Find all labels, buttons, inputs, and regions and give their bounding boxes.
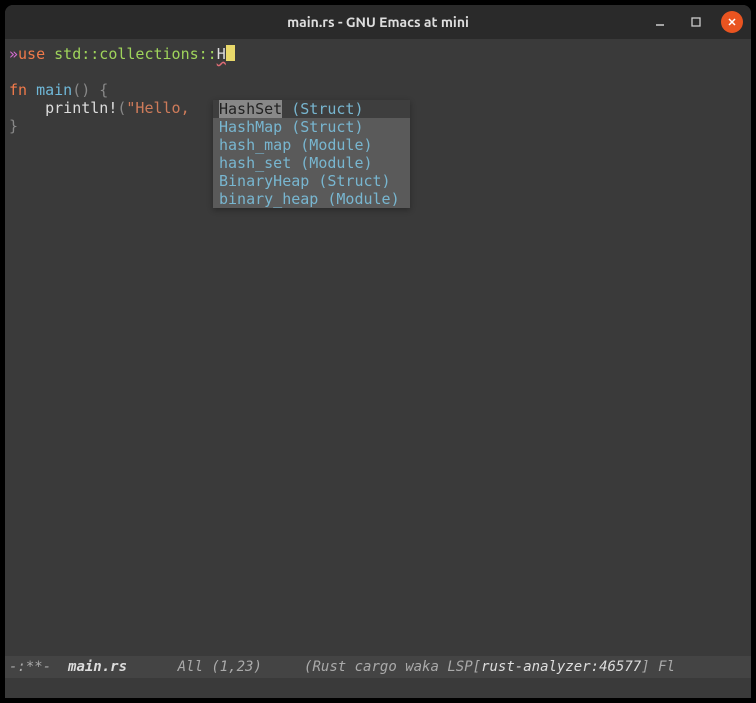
completion-item-kind: (Struct): [318, 172, 390, 190]
completion-item-name: hash_map: [219, 136, 291, 154]
minimize-button[interactable]: [649, 11, 671, 33]
string-literal: "Hello,: [126, 99, 189, 117]
modeline-analyzer: rust-analyzer:46577: [481, 659, 641, 675]
completion-item-name: HashMap: [219, 118, 282, 136]
minimize-icon: [654, 16, 666, 28]
keyword-use: use: [18, 45, 45, 63]
maximize-button[interactable]: [685, 11, 707, 33]
code-line-2: [9, 63, 747, 81]
parens: () {: [72, 81, 108, 99]
modeline-mode-open: (Rust cargo waka LSP[: [304, 659, 481, 675]
completion-item[interactable]: BinaryHeap (Struct): [213, 172, 410, 190]
indent: [9, 99, 45, 117]
editor-area[interactable]: »use std::collections::H fn main() { pri…: [5, 39, 751, 656]
maximize-icon: [690, 16, 702, 28]
completion-item-kind: (Module): [300, 136, 372, 154]
code-line-3: fn main() {: [9, 81, 747, 99]
modeline-position: All (1,23): [127, 659, 304, 675]
completion-item-kind: (Module): [300, 154, 372, 172]
keyword-fn: fn: [9, 81, 27, 99]
minibuffer[interactable]: [5, 678, 751, 698]
close-icon: [726, 16, 738, 28]
modeline-filename: main.rs: [68, 659, 127, 675]
completion-item-kind: (Struct): [291, 100, 363, 118]
titlebar: main.rs - GNU Emacs at mini: [5, 5, 751, 39]
completion-item-kind: (Struct): [291, 118, 363, 136]
completion-trail: [364, 100, 404, 118]
completion-item[interactable]: hash_set (Module): [213, 154, 410, 172]
completion-item[interactable]: hash_map (Module): [213, 136, 410, 154]
text-cursor: [226, 45, 235, 61]
completion-item[interactable]: binary_heap (Module): [213, 190, 410, 208]
closing-brace: }: [9, 117, 18, 135]
completion-item-kind: (Module): [327, 190, 399, 208]
path-segment: std::collections::: [45, 45, 217, 63]
completion-item[interactable]: HashMap (Struct): [213, 118, 410, 136]
fn-name: main: [27, 81, 72, 99]
completion-item-name: BinaryHeap: [219, 172, 309, 190]
window-controls: [649, 11, 743, 33]
emacs-window: main.rs - GNU Emacs at mini »use std::co…: [5, 5, 751, 698]
window-title: main.rs - GNU Emacs at mini: [287, 14, 469, 30]
modeline-mode-close: ] Fl: [641, 659, 675, 675]
macro-call: println!: [45, 99, 117, 117]
line-marker: »: [9, 45, 18, 63]
code-line-1: »use std::collections::H: [9, 45, 747, 63]
completion-item-name: binary_heap: [219, 190, 318, 208]
modeline: -:**- main.rs All (1,23) (Rust cargo wak…: [5, 656, 751, 678]
completion-item-name: hash_set: [219, 154, 291, 172]
completion-item[interactable]: HashSet (Struct): [213, 100, 410, 118]
typed-text: H: [217, 45, 226, 63]
modeline-status: -:**-: [9, 659, 68, 675]
completion-popup[interactable]: HashSet (Struct) HashMap (Struct)hash_ma…: [213, 100, 410, 208]
close-button[interactable]: [721, 11, 743, 33]
completion-item-name: HashSet: [219, 100, 282, 118]
